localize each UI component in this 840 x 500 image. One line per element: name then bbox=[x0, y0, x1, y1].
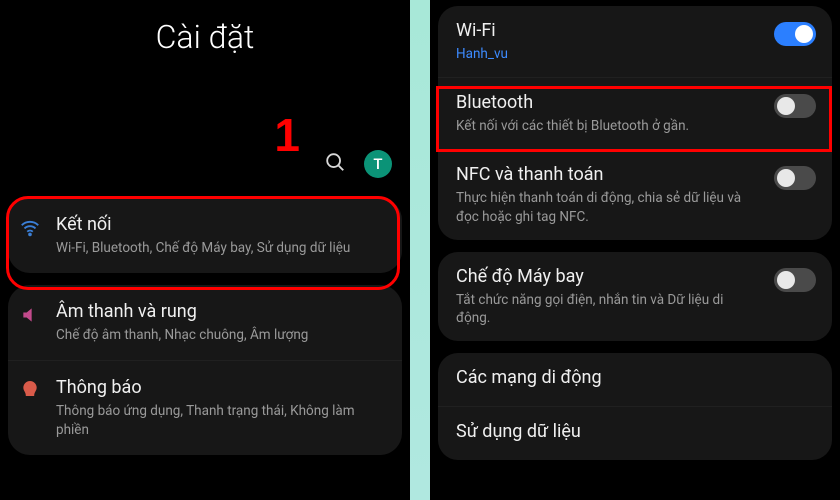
row-text: Âm thanh và rung Chế độ âm thanh, Nhạc c… bbox=[56, 301, 388, 344]
row-text: Các mạng di động bbox=[456, 367, 816, 392]
card-sound-notifications: Âm thanh và rung Chế độ âm thanh, Nhạc c… bbox=[8, 285, 402, 455]
row-title: Sử dụng dữ liệu bbox=[456, 421, 816, 442]
avatar[interactable]: T bbox=[364, 150, 392, 178]
row-text: Wi-Fi Hanh_vu bbox=[456, 20, 760, 63]
connections-screen-right: 2 Wi-Fi Hanh_vu Bluetooth Kết nối với cá… bbox=[430, 0, 840, 500]
row-title: Thông báo bbox=[56, 377, 388, 398]
row-sub: Wi-Fi, Bluetooth, Chế độ Máy bay, Sử dụn… bbox=[56, 239, 388, 257]
search-icon[interactable] bbox=[324, 151, 346, 177]
row-title: Kết nối bbox=[56, 214, 388, 235]
card-network-data: Các mạng di động Sử dụng dữ liệu bbox=[438, 353, 832, 460]
row-text: Bluetooth Kết nối với các thiết bị Bluet… bbox=[456, 92, 760, 135]
row-text: Chế độ Máy bay Tắt chức năng gọi điện, n… bbox=[456, 266, 760, 327]
row-sub: Kết nối với các thiết bị Bluetooth ở gần… bbox=[456, 117, 760, 135]
row-sub: Thông báo ứng dụng, Thanh trạng thái, Kh… bbox=[56, 402, 388, 438]
row-connections[interactable]: Kết nối Wi-Fi, Bluetooth, Chế độ Máy bay… bbox=[8, 198, 402, 273]
row-text: Sử dụng dữ liệu bbox=[456, 421, 816, 446]
nfc-toggle[interactable] bbox=[774, 166, 816, 190]
avatar-letter: T bbox=[373, 155, 382, 173]
annotation-number-1: 1 bbox=[274, 108, 300, 162]
connections-list: Wi-Fi Hanh_vu Bluetooth Kết nối với các … bbox=[430, 6, 840, 472]
settings-screen-left: Cài đặt 1 T Kết nối Wi-Fi, Bluetooth, Ch… bbox=[0, 0, 410, 500]
airplane-toggle[interactable] bbox=[774, 268, 816, 292]
speaker-icon bbox=[18, 303, 42, 327]
row-title: Chế độ Máy bay bbox=[456, 266, 760, 287]
row-title: Bluetooth bbox=[456, 92, 760, 113]
row-text: Kết nối Wi-Fi, Bluetooth, Chế độ Máy bay… bbox=[56, 214, 388, 257]
row-sub: Chế độ âm thanh, Nhạc chuông, Âm lượng bbox=[56, 326, 388, 344]
settings-list: Kết nối Wi-Fi, Bluetooth, Chế độ Máy bay… bbox=[0, 198, 410, 467]
divider-gap bbox=[410, 0, 430, 500]
row-wifi[interactable]: Wi-Fi Hanh_vu bbox=[438, 6, 832, 77]
row-bluetooth[interactable]: Bluetooth Kết nối với các thiết bị Bluet… bbox=[438, 77, 832, 149]
row-sub: Tắt chức năng gọi điện, nhắn tin và Dữ l… bbox=[456, 291, 760, 327]
row-title: Các mạng di động bbox=[456, 367, 816, 388]
card-connections: Kết nối Wi-Fi, Bluetooth, Chế độ Máy bay… bbox=[8, 198, 402, 273]
row-sound[interactable]: Âm thanh và rung Chế độ âm thanh, Nhạc c… bbox=[8, 285, 402, 360]
row-title: Âm thanh và rung bbox=[56, 301, 388, 322]
page-title: Cài đặt bbox=[0, 18, 410, 56]
row-text: Thông báo Thông báo ứng dụng, Thanh trạn… bbox=[56, 377, 388, 438]
row-airplane[interactable]: Chế độ Máy bay Tắt chức năng gọi điện, n… bbox=[438, 252, 832, 341]
notification-icon bbox=[18, 379, 42, 403]
bluetooth-toggle[interactable] bbox=[774, 94, 816, 118]
row-notifications[interactable]: Thông báo Thông báo ứng dụng, Thanh trạn… bbox=[8, 360, 402, 454]
wifi-toggle[interactable] bbox=[774, 22, 816, 46]
row-title: Wi-Fi bbox=[456, 20, 760, 41]
row-mobile-networks[interactable]: Các mạng di động bbox=[438, 353, 832, 406]
row-data-usage[interactable]: Sử dụng dữ liệu bbox=[438, 406, 832, 460]
wifi-icon bbox=[18, 216, 42, 240]
card-connectivity: Wi-Fi Hanh_vu Bluetooth Kết nối với các … bbox=[438, 6, 832, 240]
card-airplane: Chế độ Máy bay Tắt chức năng gọi điện, n… bbox=[438, 252, 832, 341]
row-nfc[interactable]: NFC và thanh toán Thực hiện thanh toán d… bbox=[438, 149, 832, 239]
row-title: NFC và thanh toán bbox=[456, 164, 760, 185]
header-icons: T bbox=[324, 150, 392, 178]
title-area: Cài đặt bbox=[0, 0, 410, 56]
row-sub: Thực hiện thanh toán di động, chia sẻ dữ… bbox=[456, 189, 760, 225]
row-sub: Hanh_vu bbox=[456, 45, 760, 63]
row-text: NFC và thanh toán Thực hiện thanh toán d… bbox=[456, 164, 760, 225]
